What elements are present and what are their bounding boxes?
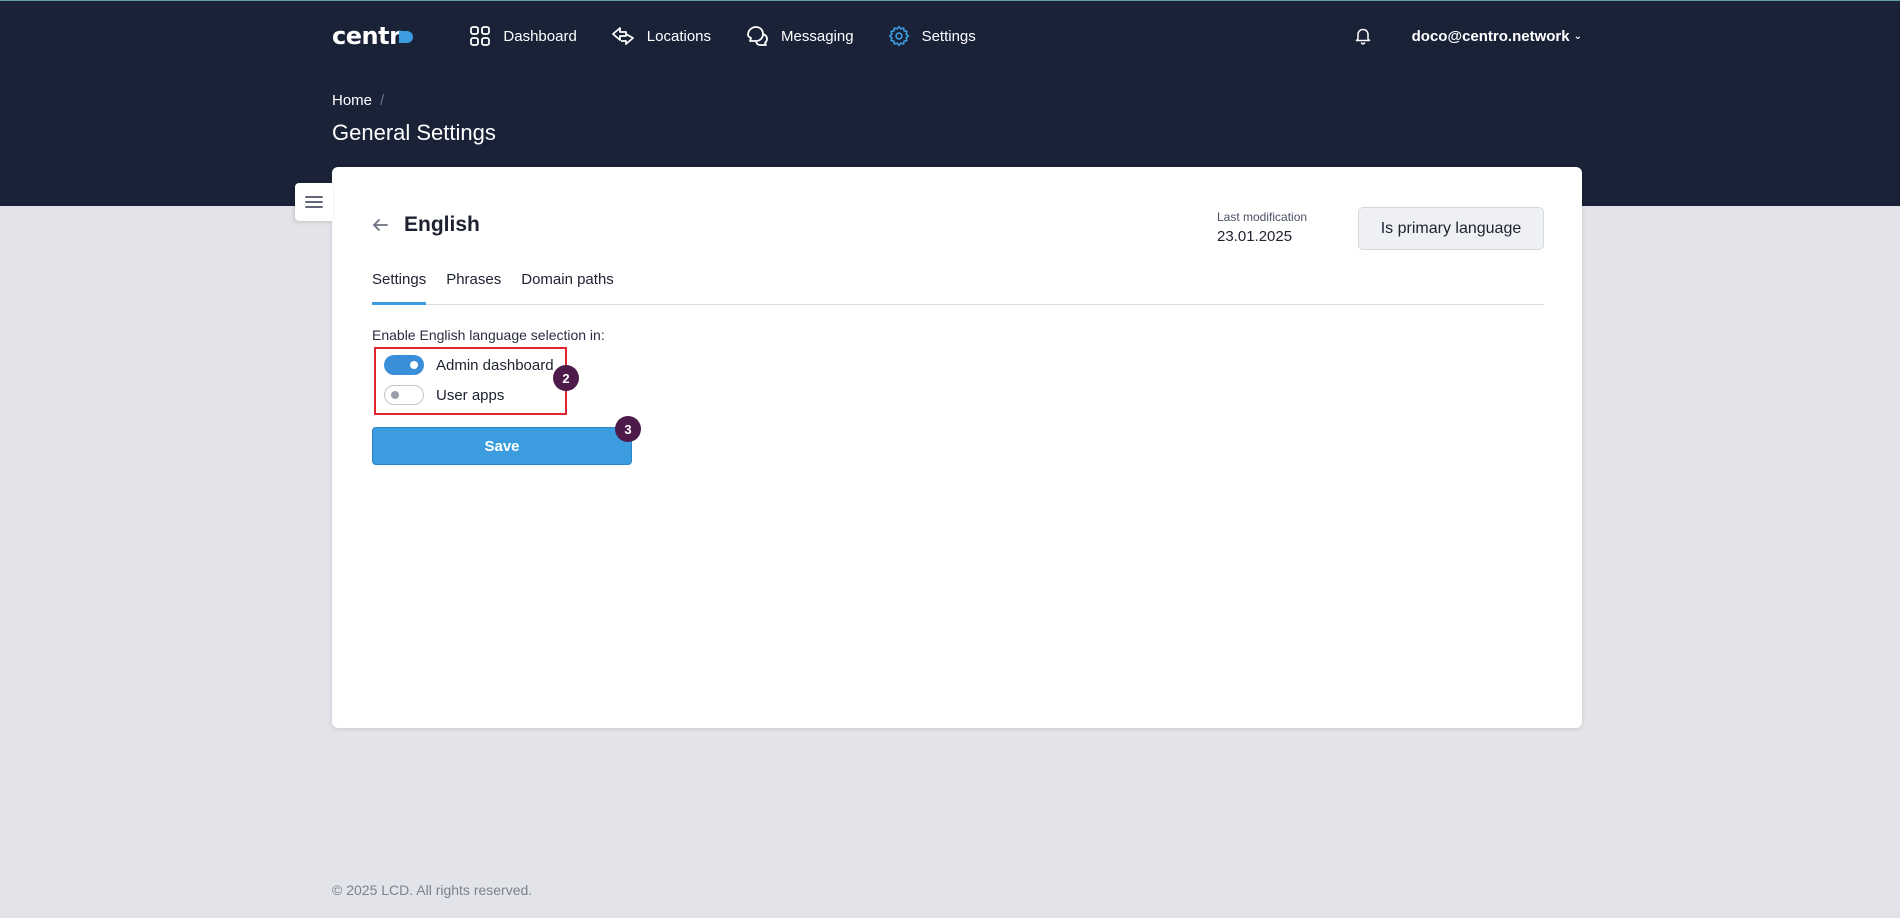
nav-item-dashboard[interactable]: Dashboard	[469, 25, 577, 47]
nav-label-locations: Locations	[646, 27, 712, 45]
hamburger-menu-icon	[305, 196, 323, 208]
breadcrumb-separator: /	[380, 92, 385, 109]
enable-language-label: Enable English language selection in:	[372, 327, 605, 343]
arrows-swap-icon	[611, 27, 634, 45]
sidebar-toggle-button[interactable]	[295, 183, 333, 221]
grid-icon	[470, 26, 491, 46]
tab-domain-paths[interactable]: Domain paths	[521, 267, 614, 305]
annotation-highlight-box	[374, 347, 567, 415]
is-primary-language-button[interactable]: Is primary language	[1358, 207, 1544, 250]
last-modification-label: Last modification	[1217, 210, 1308, 224]
nav-item-locations[interactable]: Locations	[611, 25, 711, 47]
language-title: English	[404, 213, 480, 236]
page-title: General Settings	[332, 120, 496, 145]
annotation-step-badge: 3	[615, 416, 641, 442]
annotation-step-badge: 2	[553, 365, 579, 391]
tab-settings[interactable]: Settings	[372, 267, 427, 305]
last-modification: Last modification 23.01.2025	[1217, 210, 1307, 245]
chat-bubbles-icon	[747, 26, 768, 46]
bell-icon	[1355, 28, 1370, 45]
nav-item-settings[interactable]: Settings	[888, 25, 976, 47]
back-button[interactable]	[372, 218, 388, 232]
user-email: doco@centro.network	[1411, 27, 1570, 45]
nav-label-dashboard: Dashboard	[503, 27, 577, 45]
gear-icon	[888, 25, 909, 47]
language-settings-card: English Last modification 23.01.2025 Is …	[332, 167, 1582, 728]
footer-copyright: © 2025 LCD. All rights reserved.	[332, 882, 533, 898]
logo-text: centr	[332, 22, 401, 50]
breadcrumb: Home /	[332, 92, 384, 109]
top-navbar: centr Dashboard Locations Messaging Sett…	[332, 0, 1582, 72]
notifications-button[interactable]	[1354, 27, 1372, 45]
last-modification-date: 23.01.2025	[1217, 228, 1293, 245]
breadcrumb-home[interactable]: Home	[332, 92, 372, 109]
centro-logo[interactable]: centr	[332, 22, 414, 50]
save-button[interactable]: Save	[372, 427, 632, 465]
tab-phrases[interactable]: Phrases	[446, 267, 501, 305]
nav-label-messaging: Messaging	[781, 27, 854, 45]
main-nav: Dashboard Locations Messaging Settings	[469, 25, 1009, 47]
user-menu[interactable]: doco@centro.network ⌄	[1412, 28, 1582, 45]
nav-item-messaging[interactable]: Messaging	[745, 25, 854, 47]
card-header: English	[372, 213, 480, 237]
arrow-left-icon	[373, 219, 388, 231]
chevron-down-icon: ⌄	[1573, 30, 1582, 42]
nav-right: doco@centro.network ⌄	[1354, 27, 1582, 45]
tabs: Settings Phrases Domain paths	[372, 267, 1544, 305]
nav-label-settings: Settings	[921, 27, 976, 45]
logo-pill-icon	[399, 31, 414, 43]
